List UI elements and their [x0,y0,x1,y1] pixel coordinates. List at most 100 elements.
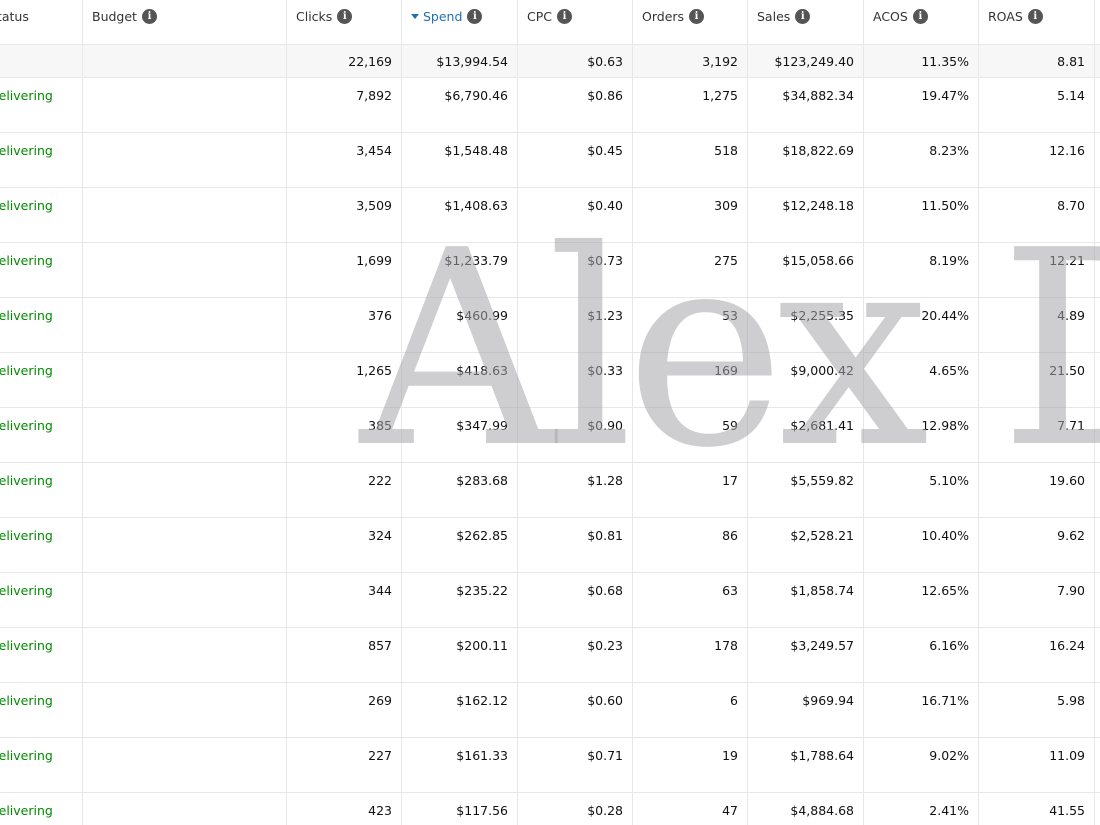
status-text[interactable]: Delivering [0,188,83,243]
spend-cell: $262.85 [402,518,518,573]
budget-cell[interactable] [83,793,287,825]
cpc-cell: $0.45 [518,133,633,188]
status-text[interactable]: Delivering [0,683,83,738]
info-icon[interactable]: i [912,9,928,24]
sales-cell: $1,858.74 [748,573,864,628]
sales-cell: $2,528.21 [748,518,864,573]
clicks-cell: 7,892 [287,78,402,133]
table-row[interactable]: Delivering 1,265$418.63$0.33169$9,000.424… [0,353,1100,408]
table-row[interactable]: Delivering 344$235.22$0.6863$1,858.7412.6… [0,573,1100,628]
budget-cell[interactable] [83,408,287,463]
spend-cell: $1,408.63 [402,188,518,243]
roas-cell: 8.70 [979,188,1095,243]
column-header-roas[interactable]: ROAS i [979,0,1095,45]
orders-cell: 19 [633,738,748,793]
budget-cell[interactable] [83,353,287,408]
budget-cell[interactable] [83,243,287,298]
table-row[interactable]: Delivering 423$117.56$0.2847$4,884.682.41… [0,793,1100,825]
budget-cell[interactable] [83,133,287,188]
info-icon[interactable]: i [141,9,157,24]
spend-cell: $161.33 [402,738,518,793]
clicks-cell: 376 [287,298,402,353]
acos-cell: 8.23% [864,133,979,188]
column-header-label: Orders [642,9,685,24]
status-text[interactable]: Delivering [0,738,83,793]
info-icon[interactable]: i [689,9,705,24]
info-icon[interactable]: i [337,9,353,24]
table-body: Delivering 7,892$6,790.46$0.861,275$34,88… [0,78,1100,825]
budget-cell[interactable] [83,628,287,683]
budget-cell[interactable] [83,298,287,353]
table-row[interactable]: Delivering 7,892$6,790.46$0.861,275$34,88… [0,78,1100,133]
acos-cell: 12.98% [864,408,979,463]
column-header-orders[interactable]: Orders i [633,0,748,45]
status-text[interactable]: Delivering [0,243,83,298]
table-row[interactable]: Delivering 324$262.85$0.8186$2,528.2110.4… [0,518,1100,573]
table-row[interactable]: Delivering 3,509$1,408.63$0.40309$12,248.… [0,188,1100,243]
table-row[interactable]: Delivering 227$161.33$0.7119$1,788.649.02… [0,738,1100,793]
budget-cell[interactable] [83,738,287,793]
overflow-cell [1095,628,1100,683]
column-header-label: Budget [92,9,137,24]
status-text[interactable]: Delivering [0,628,83,683]
table-row[interactable]: Delivering 857$200.11$0.23178$3,249.576.1… [0,628,1100,683]
status-text[interactable]: Delivering [0,463,83,518]
status-text[interactable]: Delivering [0,353,83,408]
info-icon[interactable]: i [467,9,483,24]
orders-cell: 518 [633,133,748,188]
column-header-budget[interactable]: Budget i [83,0,287,45]
overflow-cell [1095,78,1100,133]
orders-cell: 169 [633,353,748,408]
roas-cell: 7.71 [979,408,1095,463]
table-row[interactable]: Delivering 376$460.99$1.2353$2,255.3520.4… [0,298,1100,353]
column-header-clicks[interactable]: Clicks i [287,0,402,45]
clicks-cell: 423 [287,793,402,825]
overflow-cell [1095,133,1100,188]
column-header-acos[interactable]: ACOS i [864,0,979,45]
column-header-cpc[interactable]: CPC i [518,0,633,45]
overflow-cell [1095,243,1100,298]
status-text[interactable]: Delivering [0,408,83,463]
status-text[interactable]: Delivering [0,573,83,628]
table-row[interactable]: Delivering 222$283.68$1.2817$5,559.825.10… [0,463,1100,518]
acos-cell: 19.47% [864,78,979,133]
table-row[interactable]: Delivering 269$162.12$0.606$969.9416.71%5… [0,683,1100,738]
orders-cell: 47 [633,793,748,825]
status-text[interactable]: Delivering [0,793,83,825]
table-row[interactable]: Delivering 385$347.99$0.9059$2,681.4112.9… [0,408,1100,463]
roas-cell: 5.98 [979,683,1095,738]
status-text[interactable]: Delivering [0,298,83,353]
roas-cell: 19.60 [979,463,1095,518]
budget-cell[interactable] [83,518,287,573]
budget-cell[interactable] [83,573,287,628]
table-header: Status Budgeti Clicksi Spendi CPCi Order… [0,0,1100,45]
budget-cell[interactable] [83,78,287,133]
status-text[interactable]: Delivering [0,133,83,188]
overflow-cell [1095,518,1100,573]
budget-cell[interactable] [83,683,287,738]
column-header-sales[interactable]: Sales i [748,0,864,45]
table-row[interactable]: Delivering 3,454$1,548.48$0.45518$18,822.… [0,133,1100,188]
spend-cell: $460.99 [402,298,518,353]
sales-cell: $18,822.69 [748,133,864,188]
column-header-spend[interactable]: Spend i [402,0,518,45]
sales-cell: $2,255.35 [748,298,864,353]
info-icon[interactable]: i [795,9,811,24]
table-row[interactable]: Delivering 1,699$1,233.79$0.73275$15,058.… [0,243,1100,298]
orders-cell: 63 [633,573,748,628]
column-header-status[interactable]: Status [0,0,83,45]
budget-cell[interactable] [83,463,287,518]
info-icon[interactable]: i [1027,9,1043,24]
acos-cell: 11.50% [864,188,979,243]
totals-cell-status [0,45,83,78]
info-icon[interactable]: i [557,9,572,24]
status-text[interactable]: Delivering [0,78,83,133]
overflow-cell [1095,683,1100,738]
column-header-label: ROAS [988,9,1023,24]
budget-cell[interactable] [83,188,287,243]
totals-cell-acos: 11.35% [864,45,979,78]
column-header-label: ACOS [873,9,908,24]
overflow-cell [1095,353,1100,408]
roas-cell: 16.24 [979,628,1095,683]
status-text[interactable]: Delivering [0,518,83,573]
